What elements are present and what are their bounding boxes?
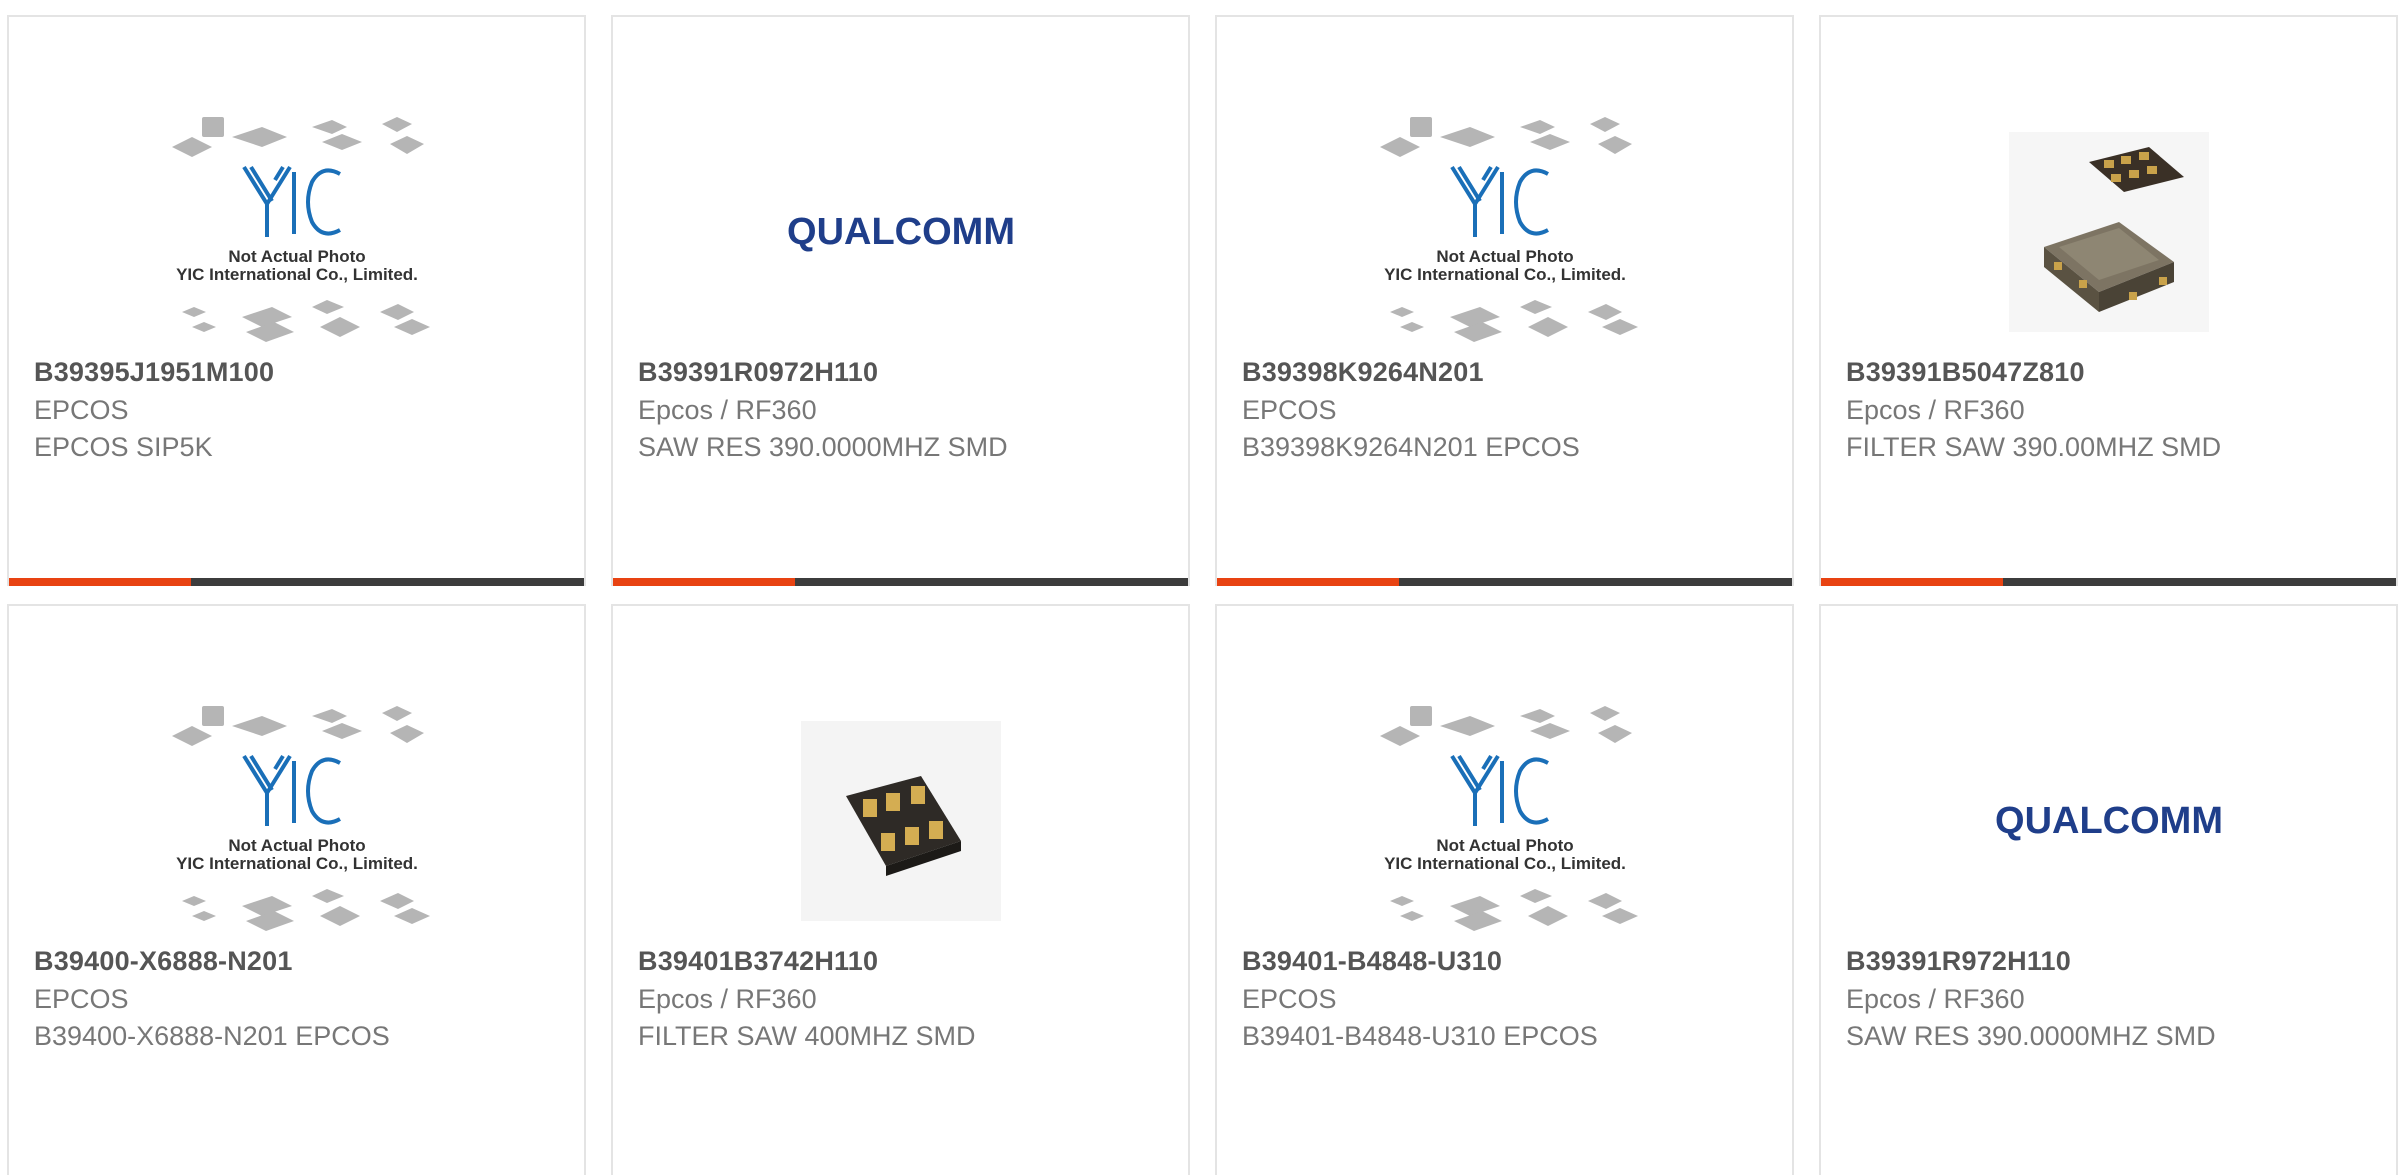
- manufacturer: Epcos / RF360: [638, 984, 817, 1014]
- placeholder-line2: YIC International Co., Limited.: [176, 854, 418, 873]
- placeholder-line2: YIC International Co., Limited.: [1384, 265, 1626, 284]
- description: FILTER SAW 390.00MHZ SMD: [1846, 432, 2222, 462]
- placeholder-line2: YIC International Co., Limited.: [176, 265, 418, 284]
- product-image-yic-placeholder[interactable]: Not Actual Photo YIC International Co., …: [162, 686, 432, 956]
- placeholder-line1: Not Actual Photo: [1436, 836, 1573, 855]
- description: SAW RES 390.0000MHZ SMD: [638, 432, 1008, 462]
- card-accent-bar: [1217, 578, 1399, 586]
- product-image-qualcomm-logo[interactable]: QUALCOMM: [766, 97, 1036, 367]
- card-accent-bar: [9, 578, 191, 586]
- placeholder-line1: Not Actual Photo: [1436, 247, 1573, 266]
- product-card[interactable]: QUALCOMM B39391R0972H110 Epcos / RF360 S…: [611, 15, 1190, 586]
- card-bottom-bar: [1217, 578, 1792, 586]
- placeholder-line1: Not Actual Photo: [228, 247, 365, 266]
- description: FILTER SAW 400MHZ SMD: [638, 1021, 976, 1051]
- manufacturer: EPCOS: [34, 984, 129, 1014]
- manufacturer: Epcos / RF360: [638, 395, 817, 425]
- product-image-qualcomm-logo[interactable]: QUALCOMM: [1974, 686, 2244, 956]
- card-bottom-bar: [613, 578, 1188, 586]
- product-card[interactable]: Not Actual Photo YIC International Co., …: [7, 15, 586, 586]
- part-number[interactable]: B39401-B4848-U310: [1242, 946, 1502, 977]
- product-card[interactable]: QUALCOMM B39391R972H110 Epcos / RF360 SA…: [1819, 604, 2398, 1175]
- product-image-saw-filter-photo[interactable]: [1974, 97, 2244, 367]
- qualcomm-logo-text: QUALCOMM: [1995, 800, 2223, 842]
- product-image-yic-placeholder[interactable]: Not Actual Photo YIC International Co., …: [1370, 686, 1640, 956]
- part-number[interactable]: B39391R972H110: [1846, 946, 2071, 977]
- description: B39400-X6888-N201 EPCOS: [34, 1021, 390, 1051]
- manufacturer: EPCOS: [34, 395, 129, 425]
- product-image-yic-placeholder[interactable]: Not Actual Photo YIC International Co., …: [1370, 97, 1640, 367]
- product-card[interactable]: Not Actual Photo YIC International Co., …: [7, 604, 586, 1175]
- part-number[interactable]: B39400-X6888-N201: [34, 946, 293, 977]
- part-number[interactable]: B39391R0972H110: [638, 357, 878, 388]
- description: B39398K9264N201 EPCOS: [1242, 432, 1580, 462]
- card-accent-bar: [1821, 578, 2003, 586]
- part-number[interactable]: B39391B5047Z810: [1846, 357, 2085, 388]
- manufacturer: Epcos / RF360: [1846, 984, 2025, 1014]
- product-grid: Not Actual Photo YIC International Co., …: [7, 15, 2398, 1175]
- qualcomm-logo-text: QUALCOMM: [787, 211, 1015, 253]
- product-card[interactable]: Not Actual Photo YIC International Co., …: [1215, 604, 1794, 1175]
- part-number[interactable]: B39398K9264N201: [1242, 357, 1484, 388]
- product-card[interactable]: Not Actual Photo YIC International Co., …: [1215, 15, 1794, 586]
- placeholder-line2: YIC International Co., Limited.: [1384, 854, 1626, 873]
- card-bottom-bar: [1821, 578, 2396, 586]
- manufacturer: EPCOS: [1242, 984, 1337, 1014]
- product-image-yic-placeholder[interactable]: Not Actual Photo YIC International Co., …: [162, 97, 432, 367]
- part-number[interactable]: B39395J1951M100: [34, 357, 274, 388]
- description: B39401-B4848-U310 EPCOS: [1242, 1021, 1598, 1051]
- product-card[interactable]: B39401B3742H110 Epcos / RF360 FILTER SAW…: [611, 604, 1190, 1175]
- card-bottom-bar: [9, 578, 584, 586]
- product-card[interactable]: B39391B5047Z810 Epcos / RF360 FILTER SAW…: [1819, 15, 2398, 586]
- description: EPCOS SIP5K: [34, 432, 213, 462]
- card-accent-bar: [613, 578, 795, 586]
- part-number[interactable]: B39401B3742H110: [638, 946, 878, 977]
- product-image-saw-filter-photo[interactable]: [766, 686, 1036, 956]
- description: SAW RES 390.0000MHZ SMD: [1846, 1021, 2216, 1051]
- placeholder-line1: Not Actual Photo: [228, 836, 365, 855]
- manufacturer: Epcos / RF360: [1846, 395, 2025, 425]
- manufacturer: EPCOS: [1242, 395, 1337, 425]
